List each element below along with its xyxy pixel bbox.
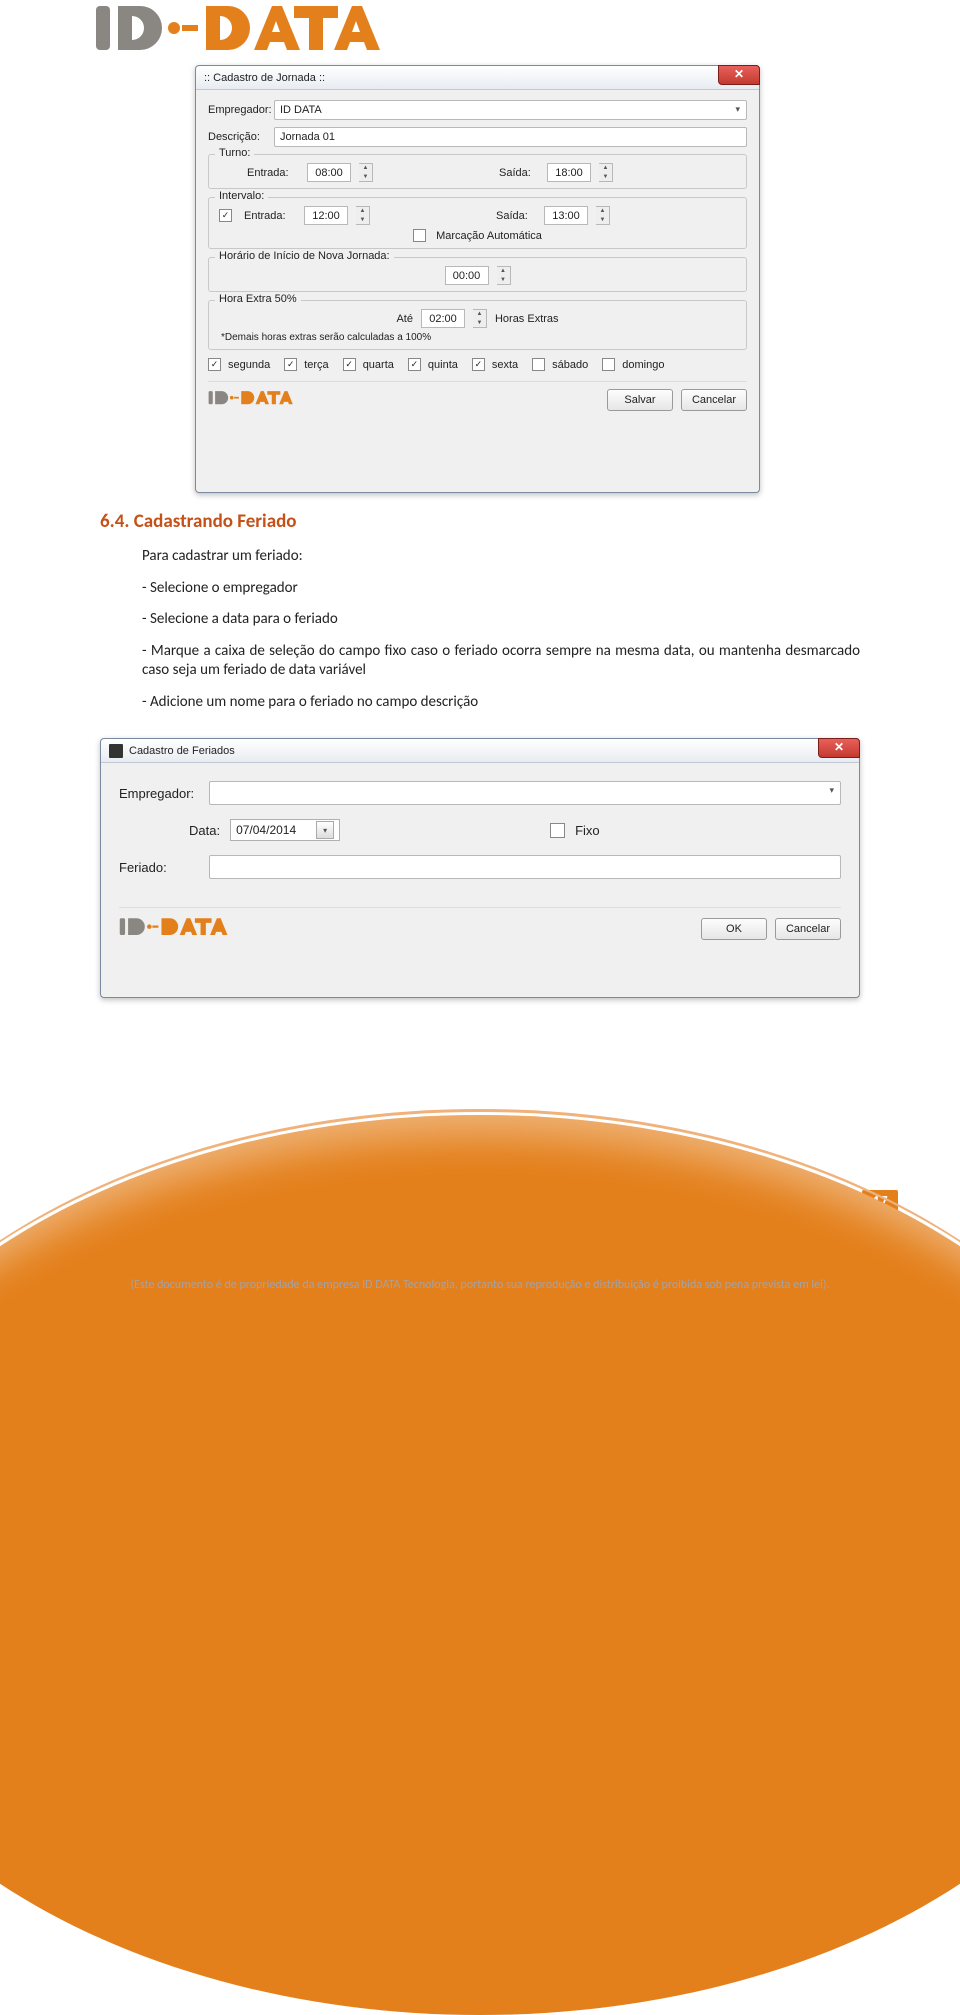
fixo-checkbox[interactable] — [550, 823, 565, 838]
nova-jornada-legend: Horário de Início de Nova Jornada: — [215, 250, 394, 262]
fixo-label: Fixo — [575, 823, 600, 838]
turno-saida-label: Saída: — [499, 167, 539, 179]
data-input[interactable]: 07/04/2014 ▾ — [230, 819, 340, 841]
section-bullet: - Adicione um nome para o feriado no cam… — [142, 693, 860, 713]
spinner-icon[interactable]: ▲▼ — [359, 163, 373, 182]
fieldset-hora-extra: Hora Extra 50% Até 02:00 ▲▼ Horas Extras… — [208, 300, 747, 350]
disclaimer: (Este documento é de propriedade da empr… — [0, 1278, 960, 1292]
days-row: ✓ segunda ✓ terça ✓ quarta ✓ quinta ✓ sexta s… — [208, 358, 747, 371]
turno-legend: Turno: — [215, 147, 254, 159]
day-label: quarta — [363, 359, 394, 371]
day-label: sexta — [492, 359, 518, 371]
intervalo-legend: Intervalo: — [215, 190, 268, 202]
empregador-select[interactable] — [209, 781, 841, 805]
intervalo-entrada-label: Entrada: — [244, 210, 296, 222]
window-title: Cadastro de Feriados — [129, 745, 235, 757]
day-sabado-checkbox[interactable] — [532, 358, 545, 371]
spinner-icon[interactable]: ▲▼ — [473, 309, 487, 328]
hora-extra-suffix: Horas Extras — [495, 313, 559, 325]
empregador-label: Empregador: — [119, 786, 209, 801]
feriado-input[interactable] — [209, 855, 841, 879]
intervalo-entrada-input[interactable]: 12:00 — [304, 206, 348, 225]
footer-logo — [208, 388, 294, 411]
marcacao-label: Marcação Automática — [436, 230, 542, 242]
section-intro: Para cadastrar um feriado: — [142, 547, 860, 567]
section-heading: 6.4. Cadastrando Feriado — [100, 510, 860, 533]
ok-button[interactable]: OK — [701, 918, 767, 940]
nova-jornada-input[interactable]: 00:00 — [445, 266, 489, 285]
hora-extra-legend: Hora Extra 50% — [215, 293, 301, 305]
calendar-icon[interactable]: ▾ — [316, 821, 334, 839]
titlebar: Cadastro de Feriados ✕ — [101, 739, 859, 763]
day-label: quinta — [428, 359, 458, 371]
turno-entrada-label: Entrada: — [247, 167, 299, 179]
cancel-button[interactable]: Cancelar — [681, 389, 747, 411]
day-label: sábado — [552, 359, 588, 371]
spinner-icon[interactable]: ▲▼ — [356, 206, 370, 225]
dialog-cadastro-feriados: Cadastro de Feriados ✕ Empregador: Data:… — [100, 738, 860, 998]
header-logo — [94, 0, 384, 63]
empregador-label: Empregador: — [208, 104, 274, 116]
data-label: Data: — [189, 823, 220, 838]
day-terca-checkbox[interactable]: ✓ — [284, 358, 297, 371]
window-title: :: Cadastro de Jornada :: — [204, 72, 325, 84]
turno-saida-input[interactable]: 18:00 — [547, 163, 591, 182]
intervalo-checkbox[interactable]: ✓ — [219, 209, 232, 222]
feriado-label: Feriado: — [119, 860, 209, 875]
section-bullet: - Selecione a data para o feriado — [142, 610, 860, 630]
descricao-label: Descrição: — [208, 131, 274, 143]
ate-label: Até — [396, 313, 413, 325]
day-label: terça — [304, 359, 328, 371]
section-bullet: - Marque a caixa de seleção do campo fix… — [142, 642, 860, 681]
cancel-button[interactable]: Cancelar — [775, 918, 841, 940]
spinner-icon[interactable]: ▲▼ — [497, 266, 511, 285]
fieldset-intervalo: Intervalo: ✓ Entrada: 12:00 ▲▼ Saída: 13… — [208, 197, 747, 249]
marcacao-checkbox[interactable] — [413, 229, 426, 242]
day-quarta-checkbox[interactable]: ✓ — [343, 358, 356, 371]
day-label: domingo — [622, 359, 664, 371]
titlebar: :: Cadastro de Jornada :: ✕ — [196, 66, 759, 90]
intervalo-saida-input[interactable]: 13:00 — [544, 206, 588, 225]
save-button[interactable]: Salvar — [607, 389, 673, 411]
intervalo-saida-label: Saída: — [496, 210, 536, 222]
fieldset-nova-jornada: Horário de Início de Nova Jornada: 00:00… — [208, 257, 747, 292]
day-label: segunda — [228, 359, 270, 371]
day-segunda-checkbox[interactable]: ✓ — [208, 358, 221, 371]
footer-logo — [119, 914, 229, 943]
day-domingo-checkbox[interactable] — [602, 358, 615, 371]
descricao-input[interactable]: Jornada 01 — [274, 127, 747, 147]
section-6-4: 6.4. Cadastrando Feriado Para cadastrar … — [100, 510, 860, 724]
close-icon[interactable]: ✕ — [818, 738, 860, 758]
footer-arc — [0, 1115, 960, 2015]
section-bullet: - Selecione o empregador — [142, 579, 860, 599]
day-sexta-checkbox[interactable]: ✓ — [472, 358, 485, 371]
fieldset-turno: Turno: Entrada: 08:00 ▲▼ Saída: 18:00 ▲▼ — [208, 154, 747, 189]
day-quinta-checkbox[interactable]: ✓ — [408, 358, 421, 371]
spinner-icon[interactable]: ▲▼ — [596, 206, 610, 225]
window-icon — [109, 744, 123, 758]
dialog-cadastro-jornada: :: Cadastro de Jornada :: ✕ Empregador: … — [195, 65, 760, 493]
close-icon[interactable]: ✕ — [718, 65, 760, 85]
hora-extra-note: *Demais horas extras serão calculadas a … — [219, 332, 736, 343]
turno-entrada-input[interactable]: 08:00 — [307, 163, 351, 182]
empregador-select[interactable]: ID DATA — [274, 100, 747, 120]
hora-extra-input[interactable]: 02:00 — [421, 309, 465, 328]
spinner-icon[interactable]: ▲▼ — [599, 163, 613, 182]
